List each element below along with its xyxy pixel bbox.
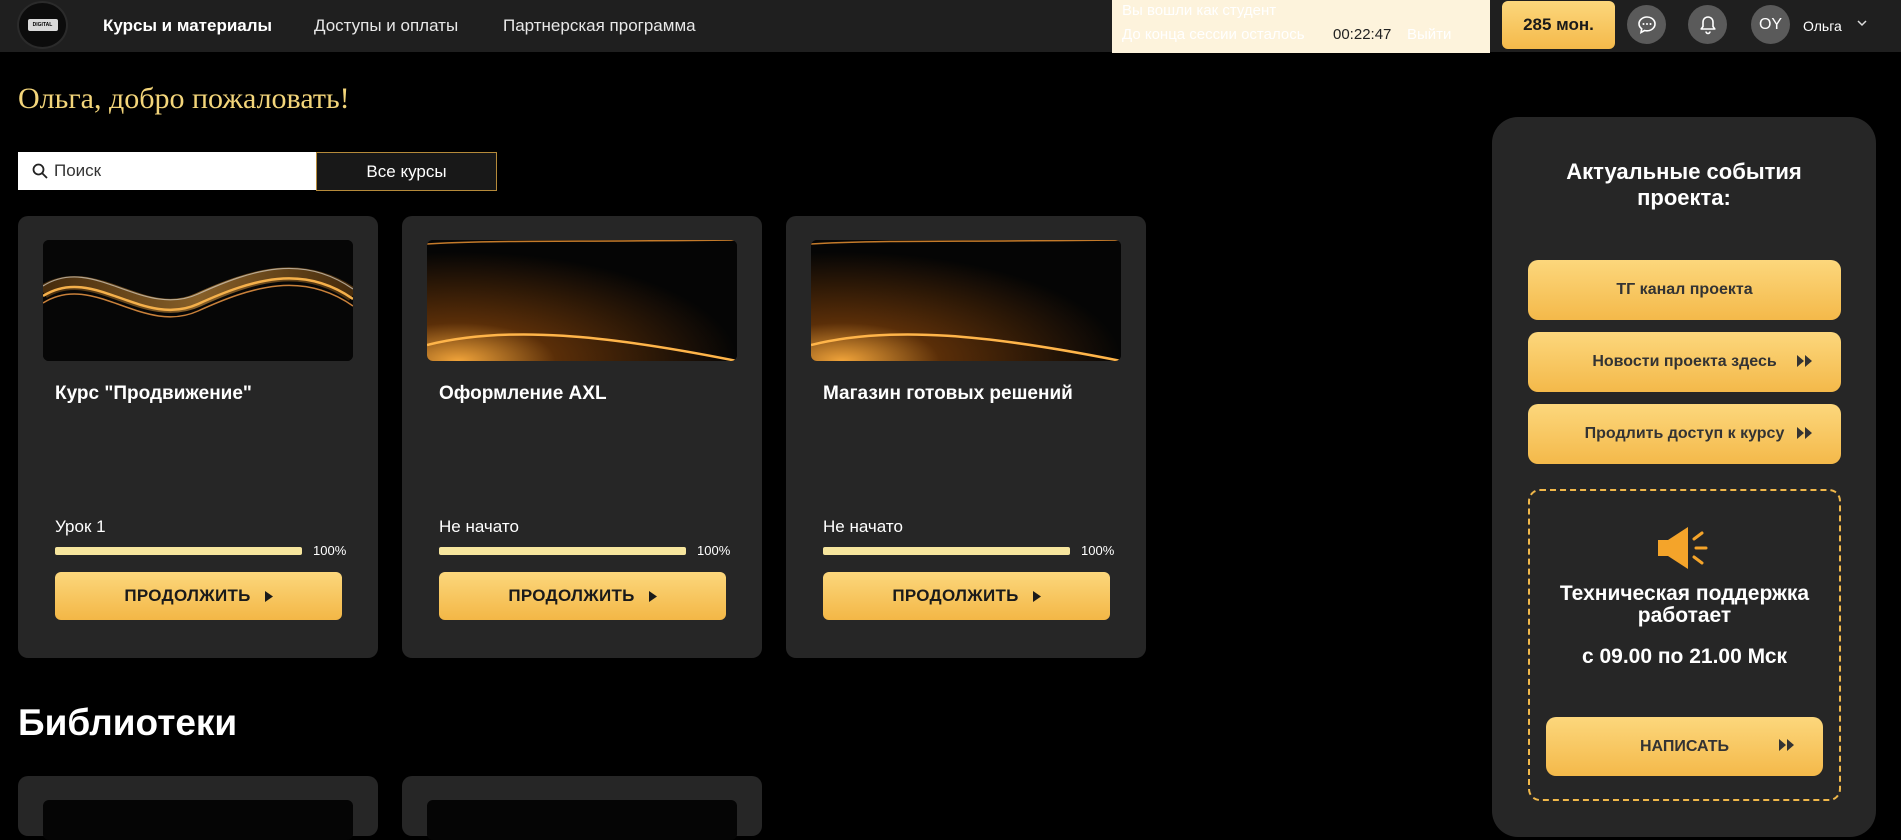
sidebar-title: Актуальные события проекта: bbox=[1566, 159, 1802, 210]
tg-channel-label: ТГ канал проекта bbox=[1616, 281, 1753, 298]
library-cover-image bbox=[43, 800, 353, 840]
username[interactable]: Ольга bbox=[1803, 18, 1842, 34]
course-status: Не начато bbox=[823, 517, 903, 536]
logo-text: DIGITAL bbox=[27, 19, 58, 31]
project-news-button[interactable]: Новости проекта здесь bbox=[1528, 332, 1841, 392]
project-news-label: Новости проекта здесь bbox=[1592, 353, 1777, 370]
continue-button[interactable]: ПРОДОЛЖИТЬ bbox=[55, 572, 342, 620]
notifications-button[interactable] bbox=[1688, 5, 1727, 44]
session-remaining-text: До конца сессии осталось bbox=[1122, 26, 1305, 43]
welcome-heading: Ольга, добро пожаловать! bbox=[18, 82, 350, 115]
search-input[interactable] bbox=[54, 161, 294, 181]
support-title: Техническая поддержка работает bbox=[1559, 582, 1810, 627]
nav-item-partner-program[interactable]: Партнерская программа bbox=[503, 16, 696, 36]
nav-item-access-payments[interactable]: Доступы и оплаты bbox=[314, 16, 458, 36]
course-title: Магазин готовых решений bbox=[823, 383, 1073, 404]
chevron-down-icon[interactable] bbox=[1856, 17, 1868, 29]
session-exit-link[interactable]: Выйти bbox=[1407, 26, 1451, 43]
extend-access-label: Продлить доступ к курсу bbox=[1584, 425, 1785, 442]
extend-access-button[interactable]: Продлить доступ к курсу bbox=[1528, 404, 1841, 464]
fast-forward-icon bbox=[1797, 427, 1812, 439]
chat-icon bbox=[1637, 15, 1656, 34]
search-box[interactable] bbox=[18, 152, 316, 190]
logo[interactable]: DIGITAL bbox=[17, 1, 68, 49]
progress-percent: 100% bbox=[697, 543, 731, 558]
fast-forward-icon bbox=[1797, 355, 1812, 367]
megaphone-icon bbox=[1658, 527, 1708, 569]
bell-icon bbox=[1699, 15, 1716, 34]
continue-button-label: ПРОДОЛЖИТЬ bbox=[892, 586, 1019, 605]
progress-bar bbox=[823, 547, 1070, 555]
progress-bar bbox=[55, 547, 302, 555]
session-timer: 00:22:47 bbox=[1333, 26, 1392, 43]
events-sidebar: Актуальные события проекта: ТГ канал про… bbox=[1492, 117, 1876, 837]
avatar[interactable]: OY bbox=[1751, 5, 1790, 44]
write-support-button[interactable]: НАПИСАТЬ bbox=[1546, 717, 1823, 776]
support-hours: с 09.00 по 21.00 Мск bbox=[1581, 645, 1788, 668]
tg-channel-button[interactable]: ТГ канал проекта bbox=[1528, 260, 1841, 320]
chat-button[interactable] bbox=[1627, 5, 1666, 44]
continue-button[interactable]: ПРОДОЛЖИТЬ bbox=[823, 572, 1110, 620]
course-cover-image bbox=[43, 240, 353, 361]
coins-button[interactable]: 285 мон. bbox=[1502, 1, 1615, 49]
play-icon bbox=[648, 590, 657, 602]
course-status: Не начато bbox=[439, 517, 519, 536]
course-card: Магазин готовых решений Не начато 100% П… bbox=[786, 216, 1146, 658]
progress-percent: 100% bbox=[1081, 543, 1115, 558]
library-card[interactable] bbox=[18, 776, 378, 840]
continue-button[interactable]: ПРОДОЛЖИТЬ bbox=[439, 572, 726, 620]
continue-button-label: ПРОДОЛЖИТЬ bbox=[508, 586, 635, 605]
course-card: Оформление AXL Не начато 100% ПРОДОЛЖИТЬ bbox=[402, 216, 762, 658]
libraries-heading: Библиотеки bbox=[18, 702, 238, 743]
fast-forward-icon bbox=[1779, 739, 1794, 751]
course-title: Оформление AXL bbox=[439, 383, 607, 404]
course-filter-select[interactable]: Все курсы bbox=[316, 152, 497, 191]
progress-percent: 100% bbox=[313, 543, 347, 558]
course-status: Урок 1 bbox=[55, 517, 106, 536]
library-cover-image bbox=[427, 800, 737, 840]
student-session-banner: Вы вошли как студент До конца сессии ост… bbox=[1112, 0, 1490, 53]
write-support-label: НАПИСАТЬ bbox=[1639, 737, 1730, 755]
nav-item-courses[interactable]: Курсы и материалы bbox=[103, 16, 272, 36]
progress-fill bbox=[823, 547, 1070, 555]
session-role-text: Вы вошли как студент bbox=[1122, 2, 1277, 19]
play-icon bbox=[1032, 590, 1041, 602]
support-box: Техническая поддержка работает с 09.00 п… bbox=[1528, 489, 1841, 801]
course-title: Курс "Продвижение" bbox=[55, 383, 252, 404]
continue-button-label: ПРОДОЛЖИТЬ bbox=[124, 586, 251, 605]
top-bar: DIGITAL Курсы и материалы Доступы и опла… bbox=[0, 0, 1901, 53]
course-cover-image bbox=[427, 240, 737, 361]
play-icon bbox=[264, 590, 273, 602]
progress-fill bbox=[439, 547, 686, 555]
search-icon bbox=[32, 163, 48, 179]
course-card: Курс "Продвижение" Урок 1 100% ПРОДОЛЖИТ… bbox=[18, 216, 378, 658]
library-card[interactable] bbox=[402, 776, 762, 840]
progress-fill bbox=[55, 547, 302, 555]
course-cover-image bbox=[811, 240, 1121, 361]
progress-bar bbox=[439, 547, 686, 555]
